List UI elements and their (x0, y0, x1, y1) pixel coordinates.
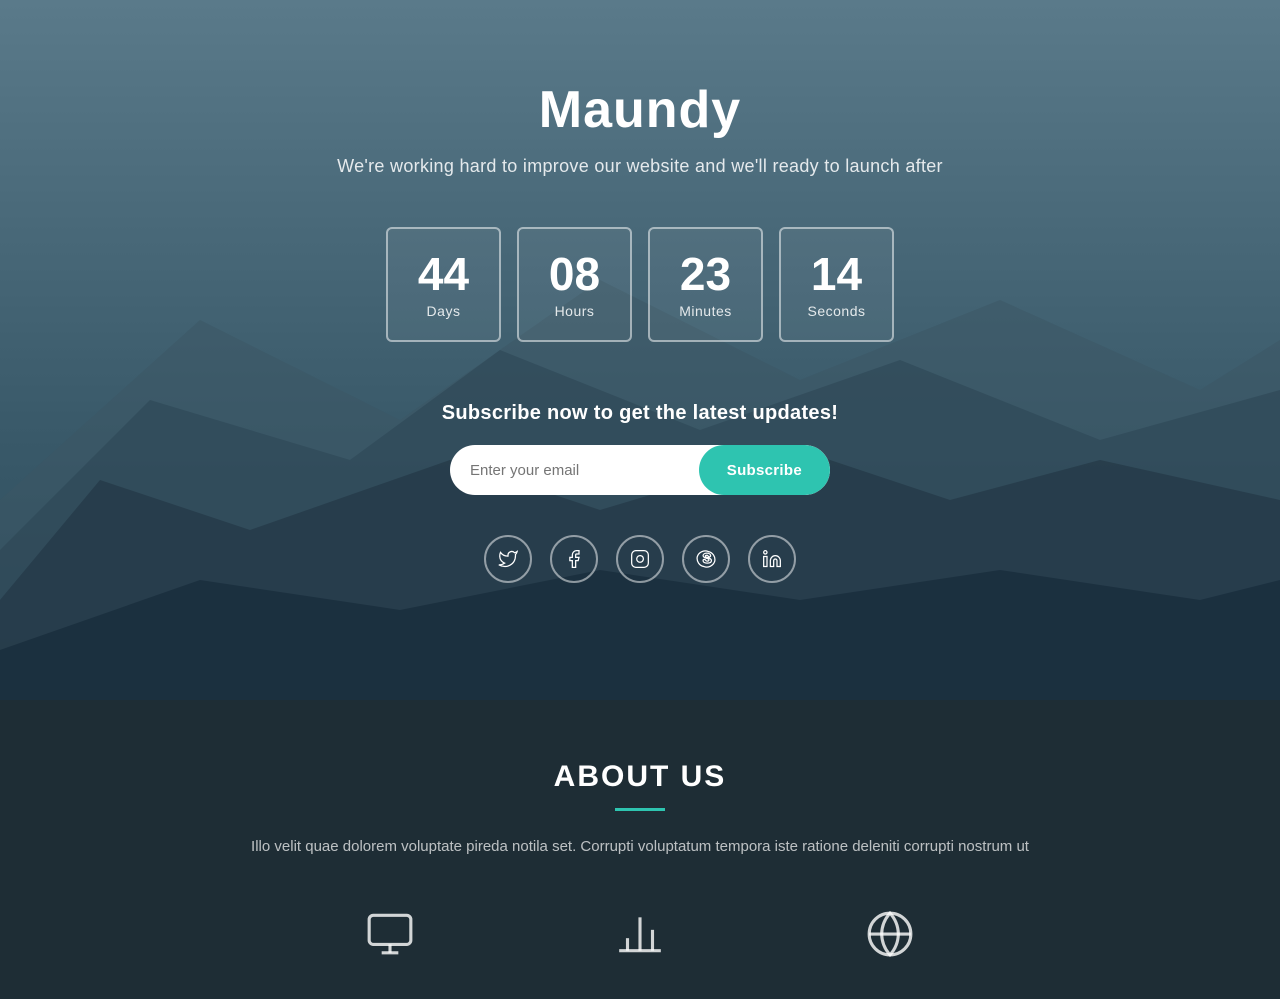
countdown-hours-box: 08 Hours (517, 227, 632, 342)
countdown-seconds-label: Seconds (808, 303, 866, 319)
subscribe-heading: Subscribe now to get the latest updates! (442, 402, 839, 425)
countdown-hours-label: Hours (555, 303, 595, 319)
twitter-button[interactable] (484, 535, 532, 583)
instagram-button[interactable] (616, 535, 664, 583)
about-title: ABOUT US (554, 760, 727, 794)
countdown-seconds-value: 14 (811, 251, 862, 297)
countdown-days-value: 44 (418, 251, 469, 297)
facebook-button[interactable] (550, 535, 598, 583)
monitor-icon (365, 909, 415, 959)
globe-icon (865, 909, 915, 959)
skype-button[interactable] (682, 535, 730, 583)
countdown-minutes-box: 23 Minutes (648, 227, 763, 342)
about-divider (615, 808, 665, 811)
countdown-seconds-box: 14 Seconds (779, 227, 894, 342)
site-title: Maundy (539, 80, 741, 140)
countdown-minutes-label: Minutes (679, 303, 732, 319)
subscribe-button[interactable]: Subscribe (699, 445, 830, 495)
hero-section: Maundy We're working hard to improve our… (0, 0, 1280, 700)
countdown-wrapper: 44 Days 08 Hours 23 Minutes 14 Seconds (386, 227, 894, 342)
email-input[interactable] (450, 445, 699, 495)
about-section: ABOUT US Illo velit quae dolorem volupta… (0, 700, 1280, 999)
linkedin-button[interactable] (748, 535, 796, 583)
about-text: Illo velit quae dolorem voluptate pireda… (251, 835, 1029, 859)
social-row (484, 535, 796, 583)
chart-icon (615, 909, 665, 959)
countdown-hours-value: 08 (549, 251, 600, 297)
features-row (200, 909, 1080, 959)
subscribe-form: Subscribe (450, 445, 830, 495)
countdown-days-label: Days (427, 303, 461, 319)
hero-content: Maundy We're working hard to improve our… (0, 80, 1280, 583)
countdown-minutes-value: 23 (680, 251, 731, 297)
countdown-days-box: 44 Days (386, 227, 501, 342)
subtitle: We're working hard to improve our websit… (337, 156, 943, 177)
